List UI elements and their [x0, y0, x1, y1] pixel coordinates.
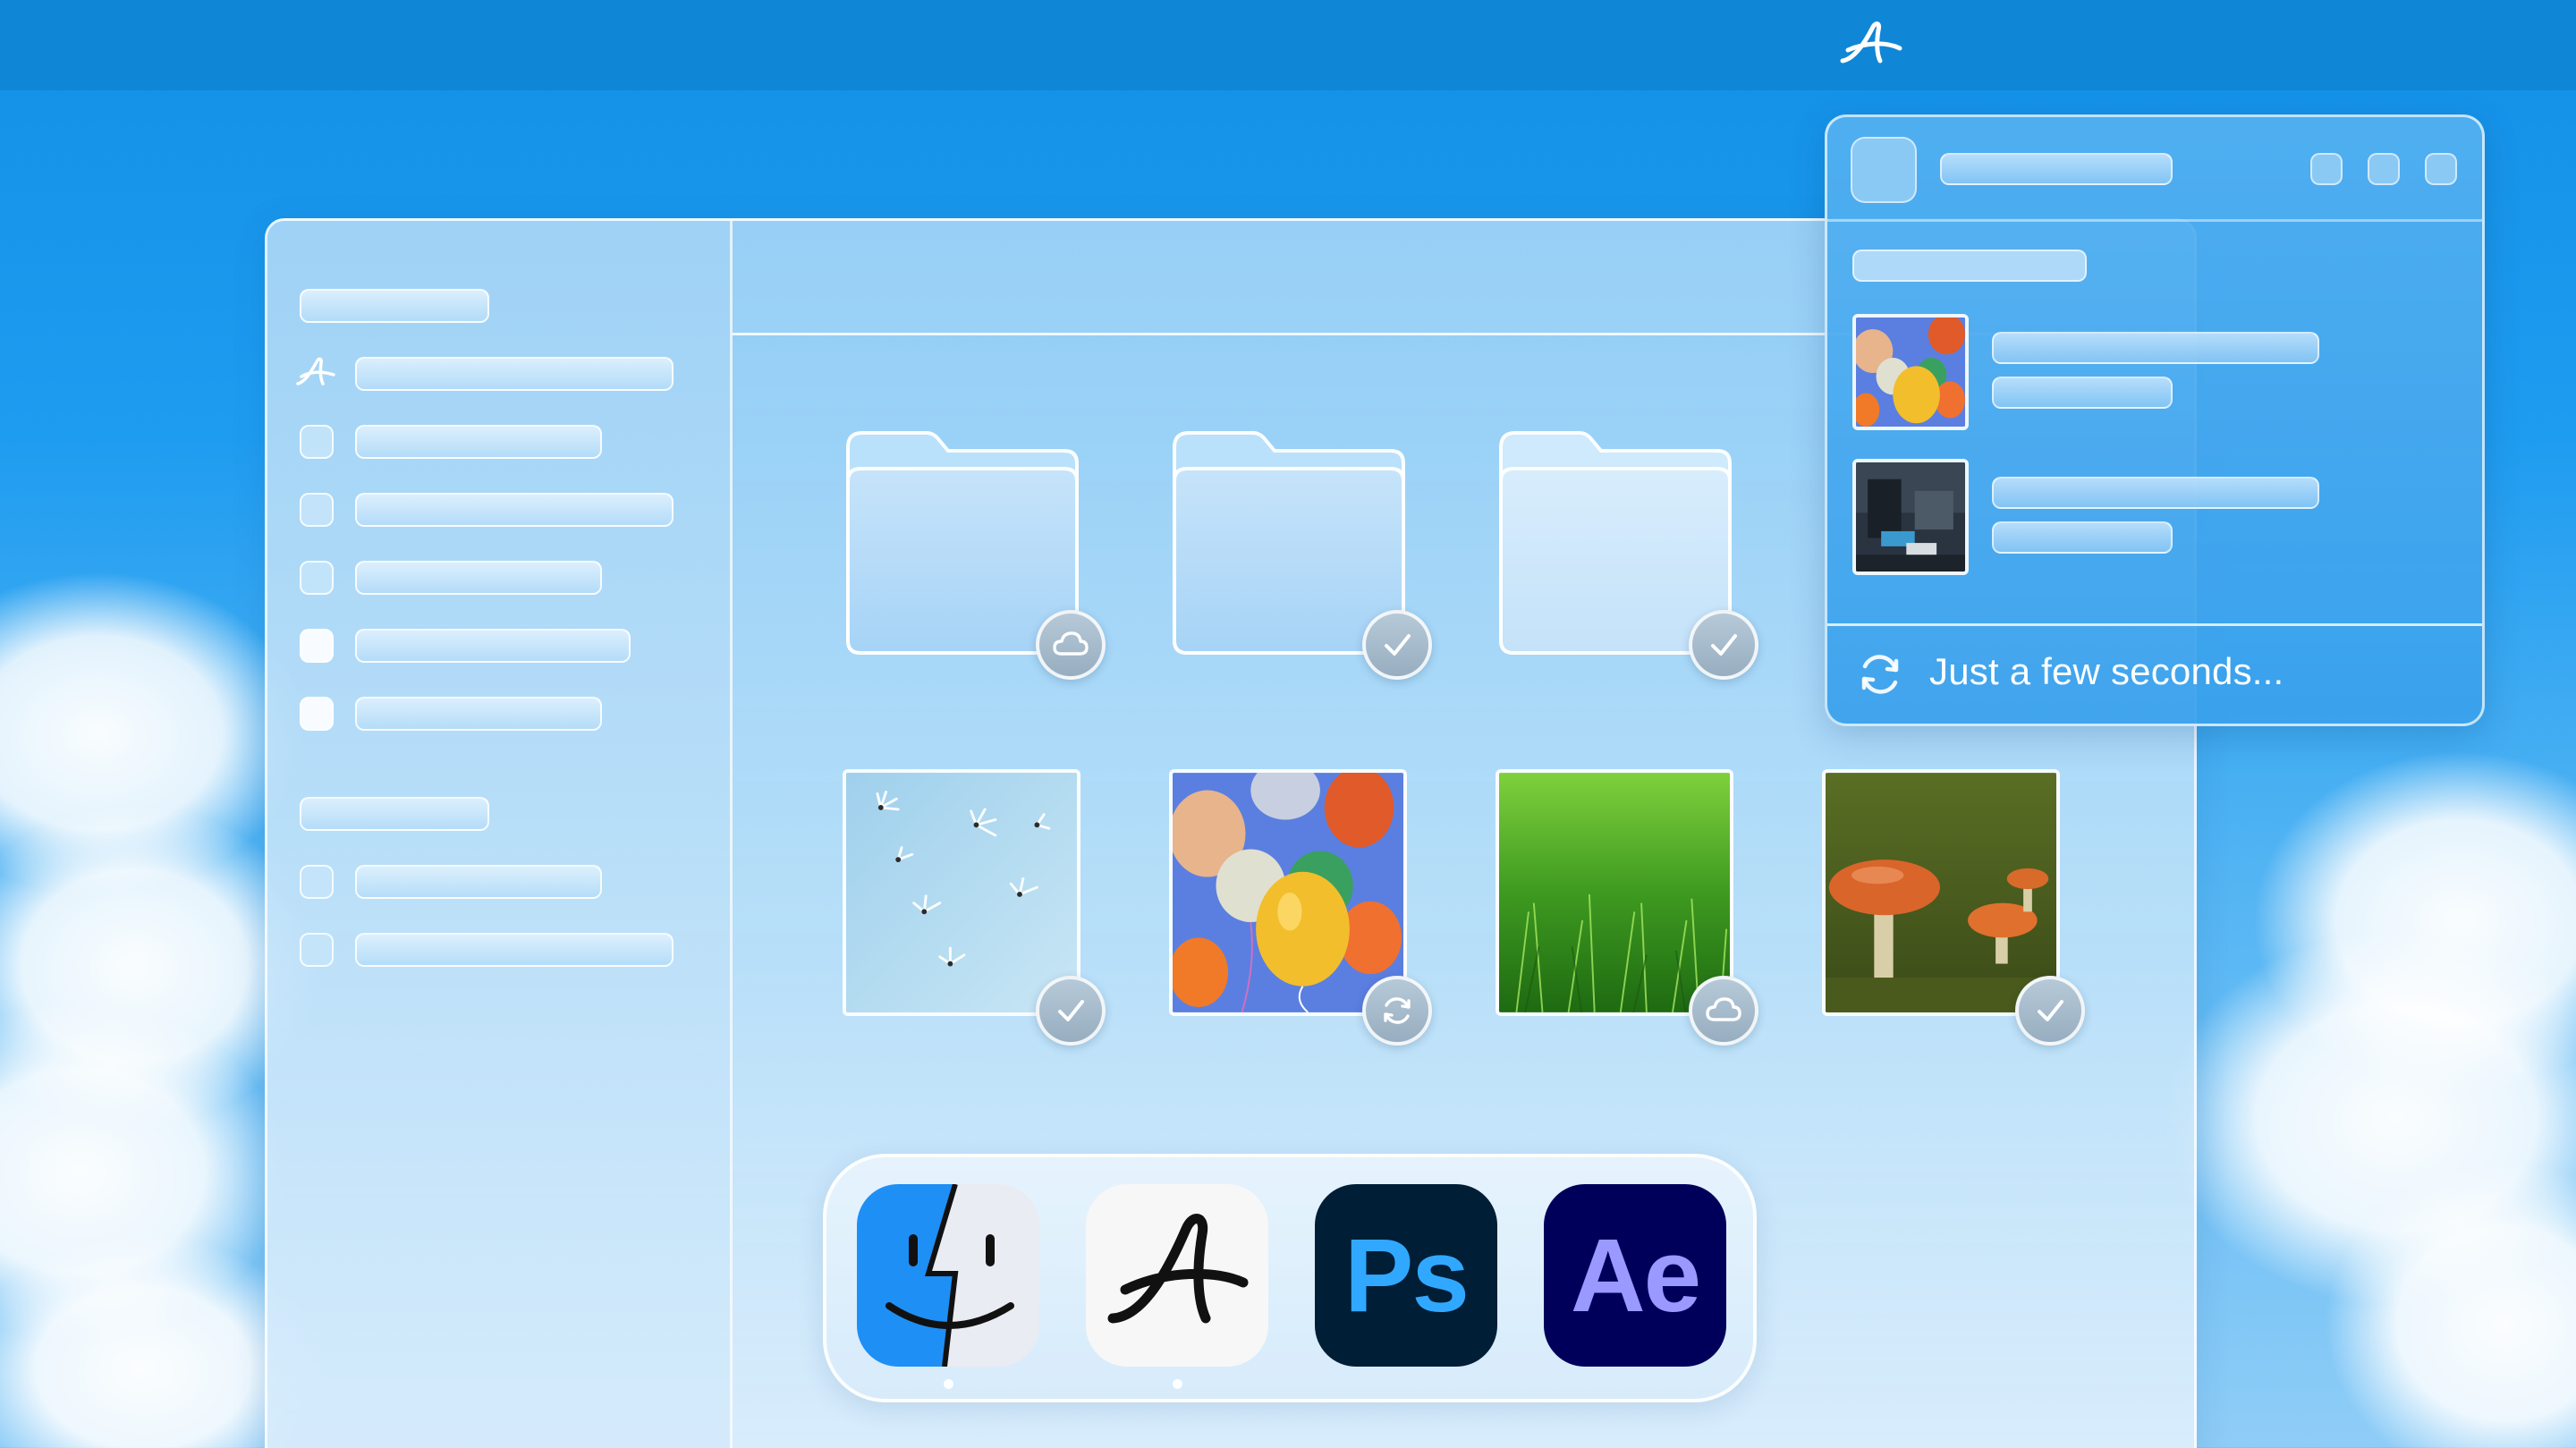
- file-thumbnail-balloons[interactable]: [1169, 769, 1407, 1016]
- checkmark-icon: [1711, 634, 1737, 656]
- recent-item-title: [1992, 477, 2319, 509]
- dock-app-finder[interactable]: [857, 1184, 1039, 1367]
- sidebar-section-header-1: [300, 289, 489, 323]
- sidebar-item-icon: [300, 425, 334, 459]
- acrobat-signature-icon[interactable]: [1835, 18, 1907, 73]
- cloud-icon: [1706, 997, 1741, 1021]
- cloud-status-badge: [1689, 976, 1758, 1046]
- sidebar-item-4[interactable]: [355, 561, 602, 595]
- acrobat-signature-icon: [296, 357, 335, 385]
- synced-status-badge: [1689, 610, 1758, 680]
- panel-divider: [1827, 219, 2482, 222]
- sidebar: [267, 221, 733, 1448]
- file-thumbnail-dandelion[interactable]: [843, 769, 1080, 1016]
- recent-item-title: [1992, 332, 2319, 364]
- checkmark-icon: [1058, 1000, 1084, 1021]
- sync-status-panel: Just a few seconds...: [1825, 114, 2485, 726]
- synced-status-badge: [1036, 976, 1106, 1046]
- file-thumbnail-grass[interactable]: [1496, 769, 1733, 1016]
- sidebar-item-icon: [300, 865, 334, 899]
- acrobat-icon: [1107, 1214, 1249, 1324]
- dandelion-image: [846, 773, 1077, 1012]
- menu-bar: [0, 0, 2576, 90]
- panel-title: [1940, 153, 2173, 185]
- sync-status-text: Just a few seconds...: [1929, 650, 2284, 692]
- sidebar-item-8[interactable]: [355, 933, 674, 967]
- sidebar-item-3[interactable]: [355, 493, 674, 527]
- checkmark-icon: [1385, 634, 1411, 656]
- recent-item-thumbnail-room[interactable]: [1852, 459, 1969, 575]
- sync-icon: [1384, 997, 1411, 1024]
- sidebar-item-icon: [300, 629, 334, 663]
- sidebar-item-icon: [300, 933, 334, 967]
- sidebar-item-icon: [300, 697, 334, 731]
- recent-item-thumbnail-balloons[interactable]: [1852, 314, 1969, 430]
- sidebar-section-header-2: [300, 797, 489, 831]
- sidebar-item-icon: [300, 561, 334, 595]
- sidebar-item-5[interactable]: [355, 629, 631, 663]
- running-indicator: [944, 1379, 953, 1389]
- mushrooms-image: [1826, 773, 2056, 1012]
- sidebar-item-6[interactable]: [355, 697, 602, 731]
- after-effects-label: Ae: [1570, 1217, 1701, 1334]
- checkmark-icon: [2038, 1000, 2063, 1021]
- sync-icon: [1861, 655, 1899, 694]
- panel-section-header: [1852, 250, 2087, 282]
- cloud-icon: [1053, 631, 1089, 656]
- syncing-status-badge: [1362, 976, 1432, 1046]
- synced-status-badge: [1362, 610, 1432, 680]
- sidebar-item-1[interactable]: [355, 357, 674, 391]
- grass-image: [1499, 773, 1730, 1012]
- sidebar-item-7[interactable]: [355, 865, 602, 899]
- panel-app-icon: [1851, 137, 1917, 203]
- sidebar-item-icon: [300, 493, 334, 527]
- panel-action-button-3[interactable]: [2425, 153, 2457, 185]
- panel-action-button-1[interactable]: [2310, 153, 2343, 185]
- balloons-image: [1173, 773, 1403, 1012]
- running-indicator: [1173, 1379, 1182, 1389]
- dock-app-acrobat[interactable]: [1086, 1184, 1268, 1367]
- sidebar-item-2[interactable]: [355, 425, 602, 459]
- dark-room-image: [1856, 462, 1965, 572]
- finder-icon: [857, 1184, 1039, 1367]
- synced-status-badge: [2015, 976, 2085, 1046]
- balloons-image: [1856, 318, 1965, 427]
- file-thumbnail-mushrooms[interactable]: [1822, 769, 2060, 1016]
- photoshop-label: Ps: [1344, 1217, 1470, 1334]
- recent-item-subtitle: [1992, 377, 2173, 409]
- dock: Ps Ae: [823, 1154, 1757, 1402]
- panel-divider: [1827, 623, 2482, 626]
- recent-item-subtitle: [1992, 521, 2173, 554]
- dock-app-photoshop[interactable]: Ps: [1315, 1184, 1497, 1367]
- panel-action-button-2[interactable]: [2368, 153, 2400, 185]
- dock-app-after-effects[interactable]: Ae: [1544, 1184, 1726, 1367]
- cloud-status-badge: [1036, 610, 1106, 680]
